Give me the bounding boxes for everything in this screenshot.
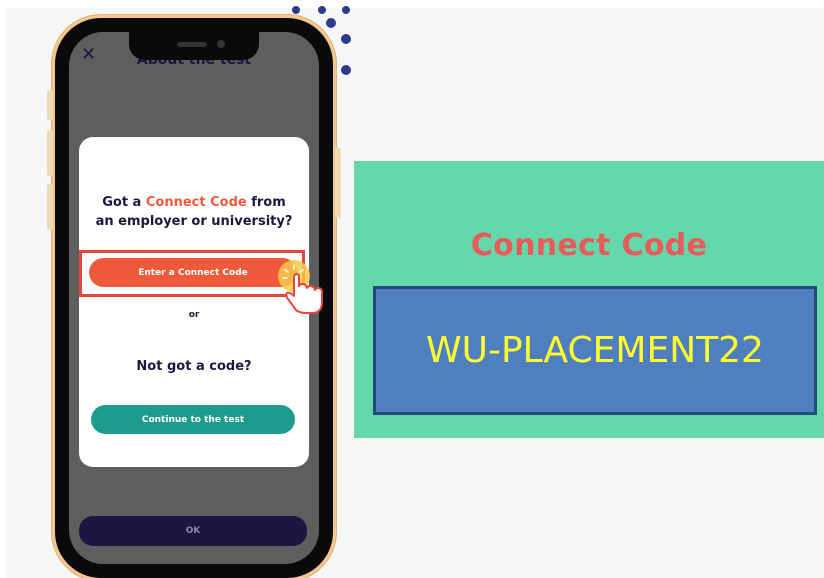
phone-side-button	[47, 90, 53, 120]
decorative-dot	[342, 6, 350, 14]
question-highlight: Connect Code	[145, 195, 247, 210]
phone-side-button	[335, 148, 341, 218]
enter-connect-code-button[interactable]: Enter a Connect Code	[89, 258, 297, 287]
phone-notch	[129, 32, 259, 60]
continue-to-test-button[interactable]: Continue to the test	[91, 405, 295, 434]
question-suffix: from	[246, 195, 286, 210]
speaker-grille	[177, 42, 207, 47]
phone-side-button	[47, 130, 53, 176]
decorative-dot	[318, 6, 326, 14]
question-line2: an employer or university?	[95, 214, 293, 229]
decorative-dot	[326, 18, 336, 28]
connect-code-value: WU-PLACEMENT22	[426, 330, 764, 371]
connect-code-label: Connect Code	[470, 228, 708, 263]
decorative-dot	[341, 65, 351, 75]
camera-icon	[217, 40, 225, 48]
ok-button[interactable]: OK	[79, 516, 307, 546]
connect-code-box: WU-PLACEMENT22	[373, 286, 817, 415]
question-prefix: Got a	[102, 195, 146, 210]
phone-side-button	[47, 184, 53, 230]
connect-code-panel: Connect Code WU-PLACEMENT22	[354, 161, 824, 438]
decorative-dot	[292, 6, 300, 14]
dialog-question: Got a Connect Code from an employer or u…	[79, 193, 309, 231]
decorative-dot	[341, 34, 351, 44]
no-code-heading: Not got a code?	[136, 359, 252, 374]
pointer-hand-icon	[278, 260, 323, 314]
